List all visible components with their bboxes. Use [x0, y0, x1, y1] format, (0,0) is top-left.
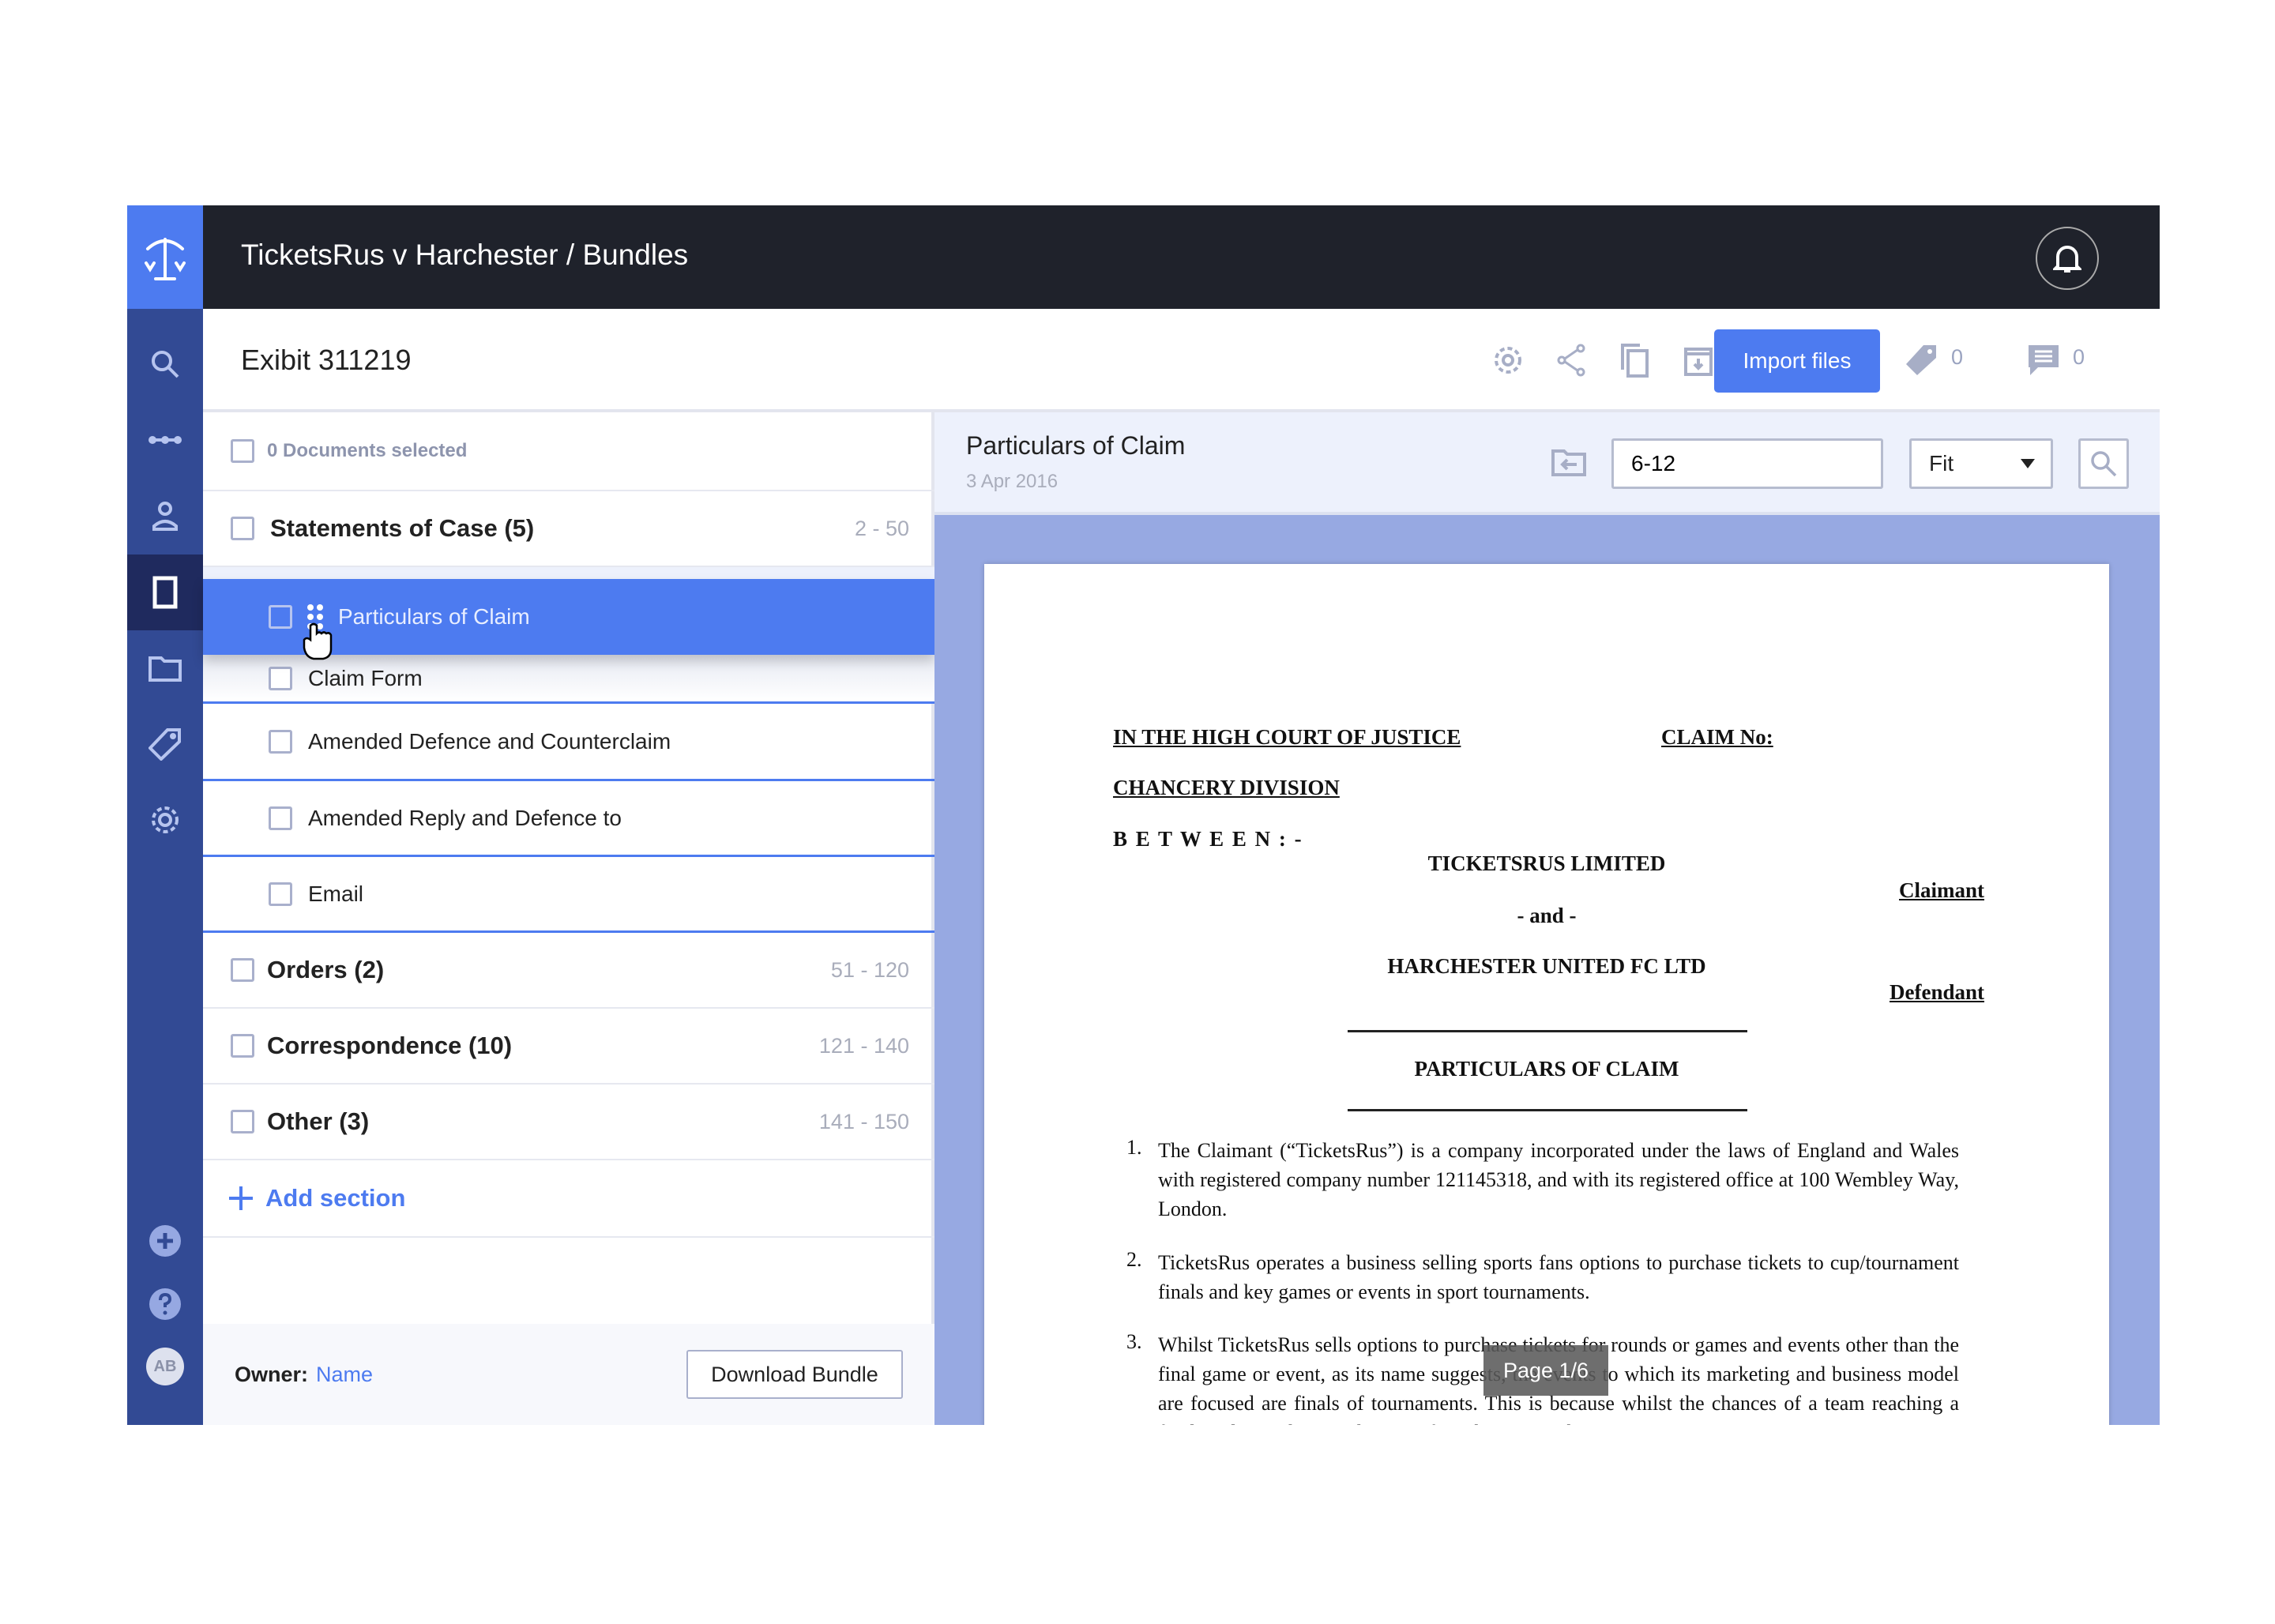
document-row[interactable]: Claim Form [203, 655, 934, 704]
logo-scales-icon[interactable] [127, 205, 203, 309]
claimant-name: TICKETSRUS LIMITED [1427, 851, 1666, 875]
paragraph: The Claimant (“TicketsRus”) is a company… [1158, 1139, 1959, 1220]
comments-count: 0 [2073, 345, 2085, 369]
documents-selected-count: 0 Documents selected [267, 440, 468, 461]
divider [1348, 1030, 1747, 1032]
document-title: Amended Reply and Defence to [308, 805, 622, 830]
import-files-button[interactable]: Import files [1714, 329, 1880, 393]
page-indicator: Page 1/6 [1483, 1345, 1608, 1396]
avatar-initials: AB [146, 1348, 184, 1385]
settings-icon[interactable] [1488, 340, 1528, 380]
document-title: Claim Form [308, 665, 423, 690]
settings-icon[interactable] [127, 782, 203, 858]
section-page-range: 51 - 120 [830, 957, 909, 982]
user-icon[interactable] [127, 479, 203, 554]
section-page-range: 2 - 50 [854, 516, 909, 540]
document-checkbox[interactable] [269, 882, 292, 906]
comments-icon[interactable] [2024, 340, 2063, 380]
document-checkbox[interactable] [269, 666, 292, 690]
tag-icon[interactable] [1901, 340, 1941, 380]
and-label: - and - [1517, 904, 1577, 927]
paragraph-number: 1. [1126, 1136, 1142, 1159]
section-row[interactable]: Correspondence (10) 121 - 140 [203, 1009, 934, 1085]
document-title: Particulars of Claim [966, 431, 1186, 460]
move-to-folder-icon[interactable] [1549, 442, 1589, 482]
archive-download-icon[interactable] [1679, 340, 1718, 380]
hand-cursor-icon [303, 622, 333, 660]
defendant-label: Defendant [1890, 980, 1984, 1004]
select-all-checkbox[interactable] [231, 439, 254, 463]
section-row[interactable]: Other (3) 141 - 150 [203, 1085, 934, 1160]
paragraph-number: 3. [1126, 1330, 1142, 1353]
document-checkbox[interactable] [269, 806, 292, 830]
app-window: AB TicketsRus v Harchester / Bundles Exi… [127, 205, 2160, 1425]
claimant-label: Claimant [1899, 878, 1984, 902]
document-page: IN THE HIGH COURT OF JUSTICE CLAIM No: C… [984, 564, 2109, 1425]
document-heading: PARTICULARS OF CLAIM [1414, 1057, 1679, 1081]
zoom-value: Fit [1929, 451, 1954, 476]
bundle-header: Exibit 311219 Import files 0 0 [203, 309, 2160, 412]
zoom-select[interactable]: Fit [1909, 438, 2053, 489]
paragraph-number: 2. [1126, 1248, 1142, 1271]
bundle-title: Exibit 311219 [241, 344, 412, 376]
bundle-icon[interactable] [127, 554, 203, 630]
folder-icon[interactable] [127, 630, 203, 706]
section-title: Orders (2) [267, 956, 385, 983]
owner-name-link[interactable]: Name [316, 1363, 373, 1387]
document-row[interactable]: Amended Reply and Defence to [203, 781, 934, 857]
breadcrumb[interactable]: TicketsRus v Harchester / Bundles [241, 239, 688, 272]
tag-icon[interactable] [127, 706, 203, 782]
section-checkbox[interactable] [231, 1110, 254, 1133]
search-icon [2091, 451, 2117, 477]
search-icon[interactable] [127, 326, 203, 402]
section-row[interactable]: Statements of Case (5) 2 - 50 [203, 491, 934, 567]
notifications-bell-icon[interactable] [2036, 227, 2099, 290]
between-label: B E T W E E N : - [1113, 827, 1303, 851]
copy-icon[interactable] [1615, 340, 1655, 380]
court-heading: IN THE HIGH COURT OF JUSTICE [1113, 725, 1461, 749]
division-heading: CHANCERY DIVISION [1113, 776, 1340, 799]
viewer-header: Particulars of Claim 3 Apr 2016 Fit [934, 412, 2160, 515]
plus-icon [229, 1186, 253, 1210]
document-row[interactable]: Amended Defence and Counterclaim [203, 704, 934, 781]
document-title: Email [308, 881, 364, 906]
owner-label: Owner: [235, 1362, 309, 1386]
bundle-footer: Owner: Name Download Bundle [203, 1324, 934, 1425]
section-checkbox[interactable] [231, 1034, 254, 1058]
section-page-range: 121 - 140 [818, 1033, 909, 1058]
tags-count: 0 [1951, 345, 1964, 369]
bundle-sections-panel: 0 Documents selected Statements of Case … [203, 412, 934, 1425]
sidebar: AB [127, 205, 203, 1425]
document-title: Amended Defence and Counterclaim [308, 728, 671, 754]
timeline-icon[interactable] [127, 402, 203, 478]
document-date: 3 Apr 2016 [966, 471, 1059, 492]
section-title: Statements of Case (5) [270, 514, 535, 542]
share-icon[interactable] [1551, 340, 1591, 380]
document-title: Particulars of Claim [338, 604, 530, 629]
select-all-row: 0 Documents selected [203, 412, 934, 491]
section-row[interactable]: Orders (2) 51 - 120 [203, 933, 934, 1009]
download-bundle-button[interactable]: Download Bundle [686, 1350, 903, 1399]
add-section-button[interactable]: Add section [203, 1160, 934, 1238]
caret-down-icon [2021, 459, 2035, 468]
section-checkbox[interactable] [231, 517, 254, 540]
page-range-input[interactable] [1611, 438, 1883, 489]
section-page-range: 141 - 150 [818, 1109, 909, 1133]
add-section-label: Add section [265, 1184, 406, 1212]
search-document-button[interactable] [2078, 438, 2129, 489]
avatar[interactable]: AB [127, 1329, 203, 1404]
document-checkbox[interactable] [269, 729, 292, 754]
claim-no-label: CLAIM No: [1661, 725, 1773, 749]
divider [1348, 1109, 1747, 1111]
section-title: Other (3) [267, 1107, 370, 1135]
document-row[interactable]: Email [203, 857, 934, 933]
defendant-name: HARCHESTER UNITED FC LTD [1387, 954, 1706, 978]
document-checkbox[interactable] [269, 605, 292, 629]
document-viewer: Particulars of Claim 3 Apr 2016 Fit IN T… [934, 412, 2160, 1425]
section-checkbox[interactable] [231, 958, 254, 982]
paragraph: TicketsRus operates a business selling s… [1158, 1251, 1959, 1303]
top-bar: TicketsRus v Harchester / Bundles [203, 205, 2160, 309]
section-title: Correspondence (10) [267, 1032, 513, 1059]
